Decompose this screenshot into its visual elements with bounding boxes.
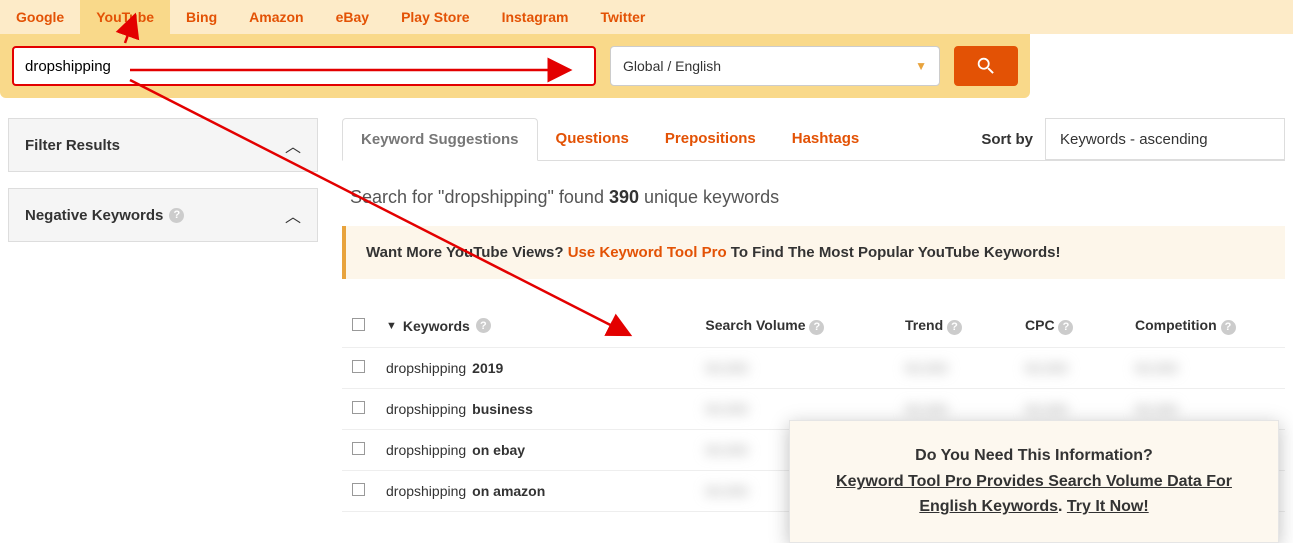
keyword-cell: dropshipping business	[386, 401, 705, 417]
source-tabs: Google YouTube Bing Amazon eBay Play Sto…	[0, 0, 1293, 34]
result-tabs: Keyword Suggestions Questions Prepositio…	[342, 118, 877, 160]
search-bar: Global / English ▼	[0, 34, 1030, 98]
col-competition[interactable]: Competition ?	[1135, 317, 1275, 335]
tab-questions[interactable]: Questions	[538, 118, 647, 160]
tab-twitter[interactable]: Twitter	[584, 0, 661, 34]
chevron-up-icon: ︿	[285, 203, 301, 227]
locale-select[interactable]: Global / English ▼	[610, 46, 940, 86]
upsell-popup: Do You Need This Information? Keyword To…	[789, 420, 1279, 543]
keyword-input[interactable]	[12, 46, 596, 86]
filters-sidebar: Filter Results ︿ Negative Keywords ? ︿	[8, 118, 318, 242]
keyword-cell: dropshipping on amazon	[386, 483, 705, 499]
chevron-up-icon: ︿	[285, 133, 301, 157]
negative-keywords-panel[interactable]: Negative Keywords ? ︿	[8, 188, 318, 242]
tab-google[interactable]: Google	[0, 0, 80, 34]
promo-banner: Want More YouTube Views? Use Keyword Too…	[342, 226, 1285, 279]
tab-ebay[interactable]: eBay	[320, 0, 385, 34]
row-checkbox[interactable]	[352, 442, 365, 455]
blurred-value: 00,000	[905, 360, 1025, 376]
select-all-checkbox[interactable]	[352, 318, 365, 331]
popup-link[interactable]: English Keywords	[919, 498, 1058, 515]
tab-youtube[interactable]: YouTube	[80, 0, 170, 34]
help-icon: ?	[1058, 320, 1073, 335]
blurred-value: 00,000	[1025, 401, 1135, 417]
tab-keyword-suggestions[interactable]: Keyword Suggestions	[342, 118, 538, 161]
help-icon: ?	[169, 208, 184, 223]
table-row: dropshipping 2019 00,000 00,000 00,000 0…	[342, 348, 1285, 389]
row-checkbox[interactable]	[352, 401, 365, 414]
help-icon: ?	[476, 318, 491, 333]
row-checkbox[interactable]	[352, 360, 365, 373]
blurred-value: 00,000	[1135, 360, 1275, 376]
blurred-value: 00,000	[705, 360, 905, 376]
tab-hashtags[interactable]: Hashtags	[774, 118, 878, 160]
popup-link[interactable]: Keyword Tool Pro Provides Search Volume …	[836, 473, 1232, 490]
search-icon	[975, 55, 997, 77]
tab-bing[interactable]: Bing	[170, 0, 233, 34]
filter-results-panel[interactable]: Filter Results ︿	[8, 118, 318, 172]
popup-link[interactable]: Try It Now!	[1067, 498, 1149, 515]
help-icon: ?	[809, 320, 824, 335]
blurred-value: 00,000	[1135, 401, 1275, 417]
search-button[interactable]	[954, 46, 1018, 86]
sort-label: Sort by	[981, 131, 1033, 148]
caret-down-icon: ▼	[915, 59, 927, 73]
col-cpc[interactable]: CPC ?	[1025, 317, 1135, 335]
tab-prepositions[interactable]: Prepositions	[647, 118, 774, 160]
col-search-volume[interactable]: Search Volume ?	[705, 317, 905, 335]
promo-link[interactable]: Use Keyword Tool Pro	[568, 244, 727, 261]
blurred-value: 00,000	[705, 401, 905, 417]
blurred-value: 00,000	[1025, 360, 1135, 376]
results-summary: Search for "dropshipping" found 390 uniq…	[342, 161, 1285, 226]
negative-keywords-label: Negative Keywords ?	[25, 207, 184, 224]
keyword-cell: dropshipping on ebay	[386, 442, 705, 458]
sort-select[interactable]: Keywords - ascending	[1045, 118, 1285, 160]
filter-results-label: Filter Results	[25, 137, 120, 154]
row-checkbox[interactable]	[352, 483, 365, 496]
tab-playstore[interactable]: Play Store	[385, 0, 485, 34]
col-trend[interactable]: Trend ?	[905, 317, 1025, 335]
locale-value: Global / English	[623, 58, 721, 74]
sort-caret-icon: ▼	[386, 320, 397, 332]
tab-amazon[interactable]: Amazon	[233, 0, 319, 34]
col-keywords[interactable]: ▼ Keywords ?	[386, 318, 705, 334]
help-icon: ?	[1221, 320, 1236, 335]
help-icon: ?	[947, 320, 962, 335]
tab-instagram[interactable]: Instagram	[486, 0, 585, 34]
popup-line1: Do You Need This Information?	[816, 443, 1252, 469]
keyword-cell: dropshipping 2019	[386, 360, 705, 376]
blurred-value: 00,000	[905, 401, 1025, 417]
